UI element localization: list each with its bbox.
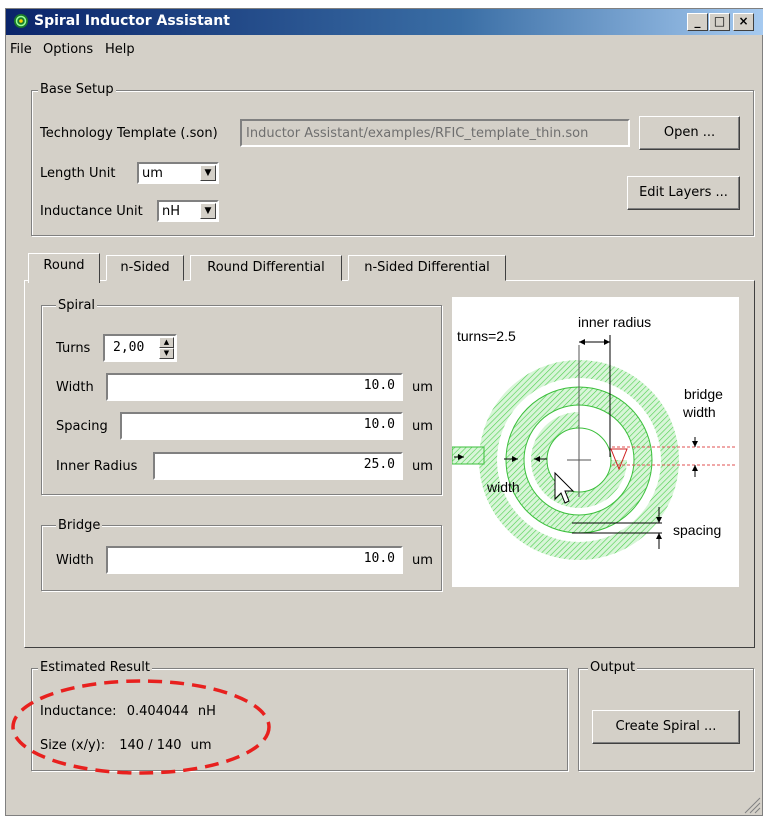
- bridge-width-label: Width: [56, 553, 94, 568]
- spacing-unit: um: [412, 419, 433, 434]
- maximize-button[interactable]: □: [709, 13, 730, 31]
- spiral-label: Spiral: [56, 298, 98, 313]
- bridge-label: Bridge: [56, 518, 103, 533]
- create-spiral-button[interactable]: Create Spiral ...: [592, 710, 740, 744]
- width-field[interactable]: 10.0: [106, 373, 403, 401]
- tech-template-field[interactable]: Inductor Assistant/examples/RFIC_templat…: [240, 119, 630, 147]
- inner-radius-label: Inner Radius: [56, 459, 138, 474]
- bridge-width-value: 10.0: [363, 551, 395, 566]
- open-button[interactable]: Open ...: [639, 116, 740, 150]
- close-icon: ×: [738, 14, 749, 28]
- inductance-unit-label: Inductance Unit: [40, 204, 143, 219]
- bridge-width-field[interactable]: 10.0: [106, 546, 403, 574]
- spin-down-icon[interactable]: ▼: [159, 348, 174, 359]
- menu-file[interactable]: File: [10, 42, 32, 57]
- inductance-unit-select[interactable]: nH ▼: [157, 200, 219, 222]
- menu-options[interactable]: Options: [43, 42, 93, 57]
- tab-round-differential[interactable]: Round Differential: [190, 255, 342, 281]
- diagram-bridge-text: bridge: [684, 386, 723, 402]
- width-label: Width: [56, 380, 94, 395]
- length-unit-label: Length Unit: [40, 166, 116, 181]
- chevron-down-icon[interactable]: ▼: [200, 203, 216, 219]
- inner-radius-field[interactable]: 25.0: [153, 452, 403, 480]
- diagram-spacing-text: spacing: [673, 522, 722, 538]
- minimize-button[interactable]: _: [687, 13, 708, 31]
- width-unit: um: [412, 380, 433, 395]
- length-unit-value: um: [142, 166, 163, 181]
- base-setup-label: Base Setup: [38, 82, 116, 97]
- tab-round[interactable]: Round: [28, 253, 100, 283]
- spacing-value: 10.0: [363, 417, 395, 432]
- menu-help[interactable]: Help: [105, 42, 135, 57]
- chevron-down-icon[interactable]: ▼: [200, 165, 216, 181]
- output-label: Output: [588, 660, 638, 675]
- window-title: Spiral Inductor Assistant: [34, 13, 230, 29]
- diagram-turns-text: turns=2.5: [457, 328, 516, 344]
- turns-value: 2,00: [113, 340, 145, 355]
- width-value: 10.0: [363, 378, 395, 393]
- turns-spinner[interactable]: 2,00 ▲ ▼: [103, 334, 177, 362]
- spacing-field[interactable]: 10.0: [120, 412, 403, 440]
- minimize-icon: _: [694, 14, 701, 28]
- tab-n-sided[interactable]: n-Sided: [106, 255, 184, 281]
- spiral-diagram: turns=2.5 inner radius bridge width widt…: [452, 297, 739, 587]
- diagram-width-text: width: [487, 479, 520, 495]
- inner-radius-value: 25.0: [363, 457, 395, 472]
- diagram-inner-radius-text: inner radius: [578, 314, 652, 330]
- tech-template-value: Inductor Assistant/examples/RFIC_templat…: [246, 126, 589, 141]
- tab-n-sided-differential[interactable]: n-Sided Differential: [348, 255, 506, 281]
- diagram-bridge-width-text: width: [683, 404, 716, 420]
- app-logo-icon: [14, 14, 28, 28]
- turns-label: Turns: [56, 341, 91, 356]
- spacing-label: Spacing: [56, 419, 108, 434]
- edit-layers-button[interactable]: Edit Layers ...: [627, 176, 740, 210]
- annotation-ellipse: [11, 679, 271, 775]
- maximize-icon: □: [713, 14, 726, 28]
- inductance-unit-value: nH: [162, 204, 181, 219]
- bridge-width-unit: um: [412, 553, 433, 568]
- close-button[interactable]: ×: [733, 13, 754, 31]
- inner-radius-unit: um: [412, 459, 433, 474]
- tech-template-label: Technology Template (.son): [40, 126, 218, 141]
- resize-grip-icon[interactable]: [741, 794, 761, 814]
- spin-up-icon[interactable]: ▲: [159, 337, 174, 348]
- length-unit-select[interactable]: um ▼: [137, 162, 219, 184]
- estimated-result-label: Estimated Result: [38, 660, 152, 675]
